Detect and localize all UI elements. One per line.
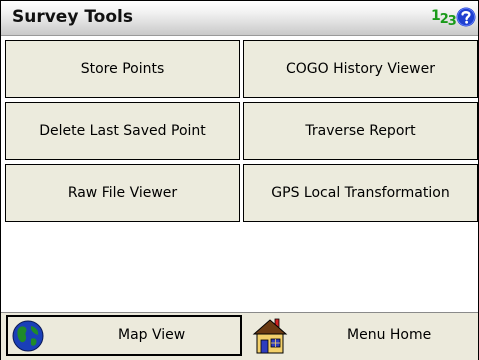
- numeric-digit-2: 2: [439, 12, 449, 27]
- raw-file-viewer-button[interactable]: Raw File Viewer: [5, 164, 240, 222]
- menu-home-button[interactable]: Menu Home: [245, 315, 478, 356]
- traverse-report-button[interactable]: Traverse Report: [243, 102, 478, 160]
- gps-local-transformation-button[interactable]: GPS Local Transformation: [243, 164, 478, 222]
- globe-icon: [12, 320, 44, 352]
- help-icon[interactable]: [456, 7, 476, 27]
- numeric-digit-3: 3: [447, 14, 457, 29]
- numeric-keypad-icon[interactable]: 123: [431, 8, 457, 29]
- house-icon: [252, 318, 288, 354]
- store-points-button[interactable]: Store Points: [5, 40, 240, 98]
- app-window: Survey Tools 123 Store Points COGO Histo…: [0, 0, 479, 360]
- bottom-bar: Map View Menu Home: [1, 312, 478, 360]
- menu-home-label: Menu Home: [347, 327, 432, 343]
- map-view-label: Map View: [118, 327, 186, 343]
- page-title: Survey Tools: [12, 7, 133, 27]
- delete-last-saved-point-button[interactable]: Delete Last Saved Point: [5, 102, 240, 160]
- map-view-button[interactable]: Map View: [6, 315, 242, 356]
- title-bar: Survey Tools 123: [1, 1, 478, 36]
- menu-grid: Store Points COGO History Viewer Delete …: [1, 36, 478, 310]
- cogo-history-viewer-button[interactable]: COGO History Viewer: [243, 40, 478, 98]
- numeric-digit-1: 1: [431, 8, 441, 24]
